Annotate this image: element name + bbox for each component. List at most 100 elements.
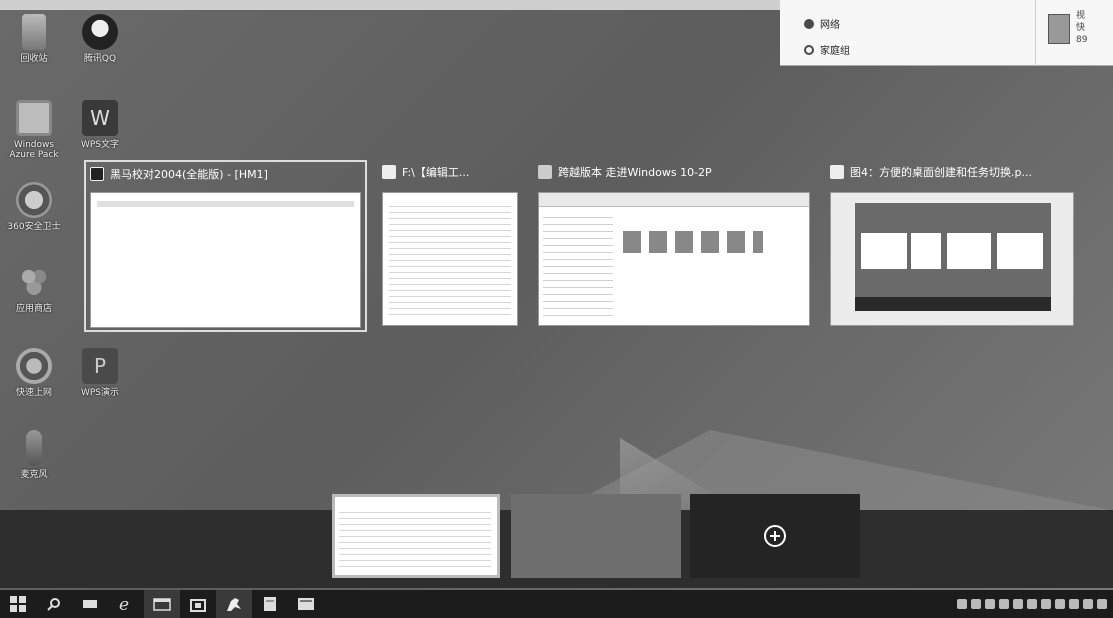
desktop-icon-recycle-bin[interactable]: 回收站 [6,14,62,64]
photos-icon [298,598,314,610]
virtual-desktop-1[interactable] [332,494,500,578]
window-title-bar: 黑马校对2004(全能版) - [HM1] [90,162,268,186]
qq-icon [82,14,118,50]
recycle-bin-icon [22,14,46,50]
display-icon[interactable] [1041,599,1051,609]
task-view-icon [83,600,97,608]
desktop-icon-label: 麦克风 [20,470,48,480]
explorer-icon [153,598,171,611]
notepad-icon [382,165,396,179]
microphone-icon [26,430,42,466]
virtual-desktop-2[interactable] [511,494,681,578]
window-top-edge [0,0,780,10]
desktop-icon-label: 360安全卫士 [7,222,61,232]
svg-text:e: e [119,595,129,613]
network-icon [804,18,814,29]
signal-icon[interactable] [1013,599,1023,609]
desktop-icon-store[interactable]: 应用商店 [6,264,62,314]
desktop-icon-label: WPS文字 [80,140,120,150]
homegroup-icon [804,44,814,55]
notepad-button[interactable] [252,590,288,618]
window-title: 图4：方便的桌面创建和任务切换.p... [850,166,1032,179]
window-thumbnail [90,192,361,328]
preview-window [947,233,991,269]
file-details: 视 快 89 [1076,10,1087,46]
store-icon [16,264,52,300]
window-title: 黑马校对2004(全能版) - [HM1] [110,168,268,181]
preview-vd-bar [855,297,1051,311]
popup-item-network[interactable]: 网络 [804,16,840,31]
preview-window [861,233,907,269]
plus-icon [764,525,786,547]
photos-button[interactable] [288,590,324,618]
network-tool-icon [16,348,52,384]
cloud-icon[interactable] [985,599,995,609]
start-icon [10,596,26,612]
search-icon [47,598,60,611]
app-icon [16,100,52,136]
task-window-photos[interactable]: 图4：方便的桌面创建和任务切换.p... [830,160,1076,330]
file-icon[interactable] [1048,14,1070,44]
file-type: 快 [1076,23,1086,33]
desktop-icon-label: 回收站 [20,54,48,64]
new-desktop-button[interactable] [690,494,860,578]
explorer-button[interactable] [144,590,180,618]
keyboard-icon[interactable] [1069,599,1079,609]
task-window-explorer[interactable]: F:\【编辑工... [382,160,520,330]
taskbar: e [0,590,1113,618]
window-title-bar: F:\【编辑工... [382,160,469,184]
heima-icon [90,167,104,181]
document-preview [389,201,511,319]
notepad-icon [264,597,276,611]
desktop-icon-qq[interactable]: 腾讯QQ [72,14,128,64]
preview-window [911,233,941,269]
ie-icon: e [119,595,129,613]
speaker-icon[interactable] [1055,599,1065,609]
preview-window [997,233,1043,269]
ime-icon[interactable] [1083,599,1093,609]
notification-icon[interactable] [1097,599,1107,609]
popup-item-label: 网络 [820,20,840,31]
explorer-popup: 网络 家庭组 视 快 89 [780,0,1113,66]
popup-item-homegroup[interactable]: 家庭组 [804,42,850,57]
window-thumbnail [382,192,518,326]
security-icon [16,182,52,218]
wps-icon: W [82,100,118,136]
task-view-button[interactable] [72,590,108,618]
task-window-word[interactable]: 跨越版本 走进Windows 10-2P [538,160,812,330]
task-window-heima[interactable]: 黑马校对2004(全能版) - [HM1] [84,160,367,332]
window-title: 跨越版本 走进Windows 10-2P [558,166,712,179]
image-preview [855,203,1051,311]
ribbon [539,193,809,207]
desktop-icon-label: Windows Azure Pack [9,140,59,160]
desktop-icon-label: WPS演示 [80,388,120,398]
image-strip [623,231,763,253]
flag-icon[interactable] [1027,599,1037,609]
window-title: F:\【编辑工... [402,166,470,179]
desktop-icon-network-tool[interactable]: 快速上网 [6,348,62,398]
document-preview [97,201,354,321]
arrow-up-icon[interactable] [999,599,1009,609]
file-name: 视 [1076,11,1086,21]
desktop-icon-label: 腾讯QQ [83,54,117,64]
navigation-pane [543,211,613,321]
popup-item-label: 家庭组 [820,46,850,57]
desktop-icon-wps[interactable]: W WPS文字 [72,100,128,150]
desktop-icon-app[interactable]: Windows Azure Pack [6,100,62,160]
store-icon [190,599,206,612]
window-thumbnail [830,192,1074,326]
store-button[interactable] [180,590,216,618]
people-icon[interactable] [957,599,967,609]
heima-button[interactable] [216,590,252,618]
search-button[interactable] [36,590,72,618]
desktop-icon-wps-show[interactable]: P WPS演示 [72,348,128,398]
start-button[interactable] [0,590,36,618]
window-title-bar: 跨越版本 走进Windows 10-2P [538,160,712,184]
ie-button[interactable]: e [108,590,144,618]
divider [1035,0,1036,66]
desktop-icon-label: 应用商店 [15,304,52,314]
network-icon[interactable] [971,599,981,609]
desktop-icon-360[interactable]: 360安全卫士 [6,182,62,232]
desktop-icon-microphone[interactable]: 麦克风 [6,430,62,480]
word-icon [538,165,552,179]
